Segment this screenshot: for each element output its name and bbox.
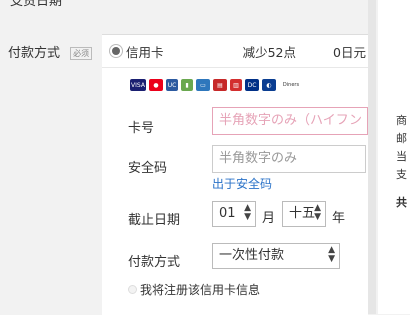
- mastercard-logo-icon: ●: [149, 79, 163, 91]
- expiry-month-select[interactable]: 01 ▲ ▼: [212, 201, 256, 227]
- summary-column: 商 邮 当 支 共: [378, 0, 410, 314]
- card-number-input[interactable]: 半角数字のみ（ハイフン: [212, 107, 368, 135]
- credit-card-option[interactable]: 信用卡 减少52点 0日元: [102, 35, 368, 68]
- radio-button-selected-icon[interactable]: [112, 47, 120, 55]
- security-code-input[interactable]: 半角数字のみ: [212, 145, 366, 173]
- amex-logo-icon: ▭: [196, 79, 210, 91]
- payment-method-label-text: 付款方式: [8, 46, 61, 61]
- installment-select[interactable]: 一次性付款 ▲ ▼: [212, 243, 340, 269]
- card-logos: VISA ● UC ▮ ▭ ▤ ▥ DC ◐ Diners: [130, 79, 303, 91]
- bank2-logo-icon: ▥: [230, 79, 242, 91]
- stepper-icon: ▲ ▼: [328, 245, 335, 264]
- security-code-label: 安全码: [128, 161, 168, 176]
- expiry-label: 截止日期: [128, 213, 181, 228]
- installment-value: 一次性付款: [219, 248, 285, 263]
- stepper-icon: ▲ ▼: [314, 203, 321, 222]
- month-unit: 月: [262, 211, 276, 226]
- bank-logo-icon: ▤: [213, 79, 227, 91]
- summary-char-5: 共: [396, 196, 407, 209]
- stepper-icon: ▲ ▼: [244, 203, 251, 222]
- amount-text: 0日元: [333, 44, 366, 60]
- uc-logo-icon: UC: [166, 79, 178, 91]
- required-badge: 必须: [70, 47, 93, 60]
- diners-logo-icon: ◐: [262, 79, 276, 91]
- expiry-year-value: 十五: [289, 206, 316, 221]
- save-card-checkbox[interactable]: [128, 285, 137, 294]
- expiry-month-value: 01: [219, 206, 236, 221]
- security-code-link[interactable]: 出于安全码: [212, 175, 272, 192]
- summary-char-4: 支: [396, 168, 407, 181]
- diners-text-logo: Diners: [279, 79, 303, 91]
- installment-label: 付款方式: [128, 255, 181, 270]
- delivery-date-label: 支货日期: [10, 0, 63, 9]
- year-unit: 年: [332, 211, 346, 226]
- summary-char-2: 邮: [396, 132, 407, 145]
- summary-char-3: 当: [396, 150, 407, 163]
- scrollbar[interactable]: [368, 0, 376, 314]
- save-card-label: 我将注册该信用卡信息: [140, 283, 261, 297]
- payment-method-label: 付款方式 必须: [8, 42, 93, 61]
- points-text: 减少52点: [242, 44, 296, 60]
- expiry-year-select[interactable]: 十五 ▲ ▼: [282, 201, 326, 227]
- summary-char-1: 商: [396, 114, 407, 127]
- card-number-label: 卡号: [128, 121, 155, 136]
- payment-option-name: 信用卡: [126, 44, 164, 60]
- jcb-logo-icon: ▮: [181, 79, 193, 91]
- visa-logo-icon: VISA: [130, 79, 146, 91]
- payment-panel: 信用卡 减少52点 0日元 VISA ● UC ▮ ▭ ▤ ▥ DC ◐ Din…: [102, 34, 368, 315]
- dc-logo-icon: DC: [245, 79, 259, 91]
